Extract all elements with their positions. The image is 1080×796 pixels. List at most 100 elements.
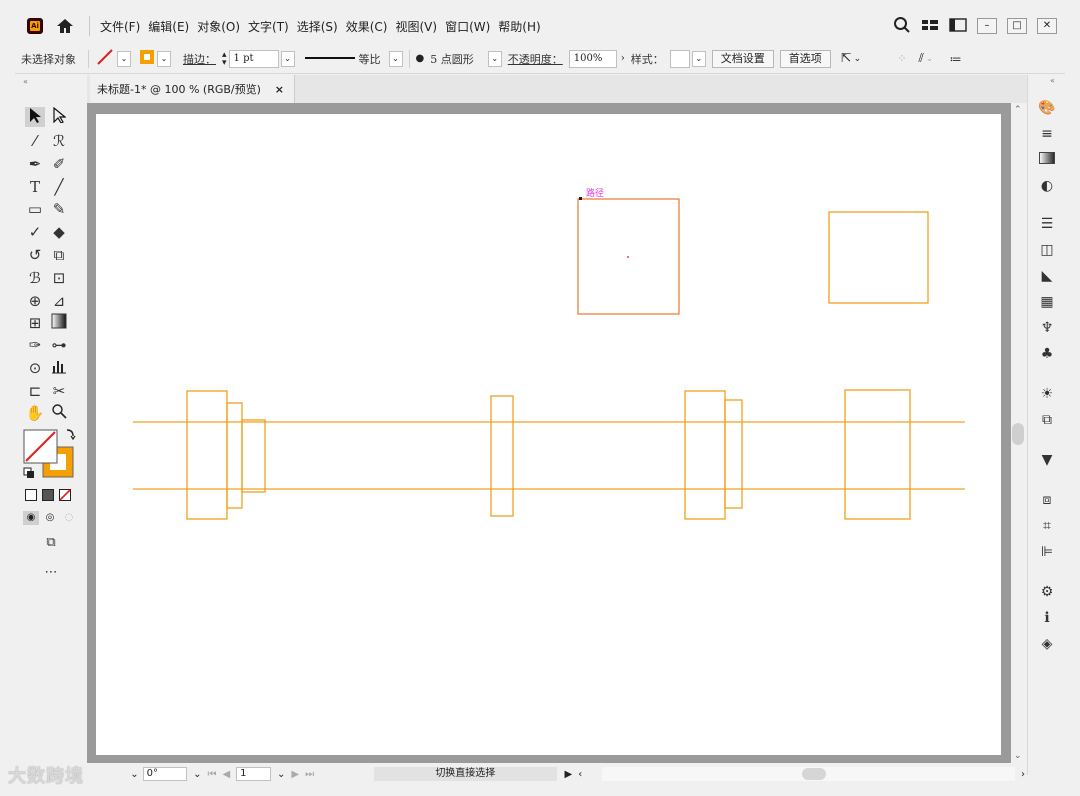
menu-help[interactable]: 帮助(H) (498, 18, 540, 35)
properties-panel-icon[interactable]: ☰ (1038, 215, 1056, 233)
libraries-panel-icon[interactable]: ◫ (1038, 241, 1056, 259)
menu-effect[interactable]: 效果(C) (346, 18, 388, 35)
stroke-weight-dropdown[interactable]: ⌄ (280, 50, 295, 67)
symbols-panel-icon[interactable]: ♣ (1038, 345, 1056, 363)
rectangle-tool-icon[interactable]: ▭ (25, 199, 45, 219)
artboard-number-field[interactable]: 1 (236, 767, 272, 781)
stroke-weight-field[interactable]: 1 pt (228, 49, 279, 68)
minimize-button[interactable]: – (977, 18, 997, 34)
draw-normal-icon[interactable]: ◉ (23, 511, 39, 525)
none-icon[interactable] (59, 489, 71, 504)
transparency-panel-icon[interactable]: ◐ (1038, 177, 1056, 195)
fill-stroke-widget[interactable] (23, 427, 77, 479)
slice-tool-icon[interactable]: ✂ (49, 381, 69, 401)
fill-dropdown[interactable]: ⌄ (117, 50, 131, 67)
horizontal-scrollbar[interactable] (602, 767, 1015, 781)
menu-window[interactable]: 窗口(W) (445, 18, 490, 35)
transform-panel-icon[interactable]: ⌗ (1038, 517, 1056, 535)
graphic-styles-panel-icon[interactable]: ☀ (1038, 385, 1056, 403)
status-menu-icon[interactable]: ▶ (565, 769, 573, 780)
document-setup-button[interactable]: 文档设置 (711, 49, 774, 68)
warp-tool-icon[interactable]: ℬ (25, 268, 45, 288)
collapse-icon[interactable]: « (1050, 76, 1055, 85)
opacity-label[interactable]: 不透明度： (508, 51, 563, 67)
brush-label[interactable]: 5 点圆形 (430, 51, 474, 67)
swatches-panel-icon[interactable]: ▦ (1038, 293, 1056, 311)
opacity-field[interactable]: 100% (568, 49, 617, 68)
symbol-sprayer-tool-icon[interactable]: ⊙ (25, 358, 45, 378)
vertical-scroll-thumb[interactable] (1012, 423, 1024, 445)
menu-edit[interactable]: 编辑(E) (148, 18, 189, 35)
maximize-button[interactable]: □ (1007, 18, 1027, 34)
layers-panel-icon[interactable]: ◈ (1038, 635, 1056, 653)
paintbrush-tool-icon[interactable]: ✎ (49, 199, 69, 219)
color-icon[interactable] (25, 489, 37, 504)
arrange-icon[interactable]: ⇱ (841, 51, 852, 66)
chevron-down-icon[interactable]: ⌄ (193, 769, 201, 780)
profile-label[interactable]: 等比 (359, 51, 381, 67)
rotate-tool-icon[interactable]: ↺ (25, 245, 45, 265)
direct-selection-tool-icon[interactable] (49, 106, 69, 127)
blend-tool-icon[interactable]: ⊶ (49, 335, 69, 355)
document-tab[interactable]: 未标题-1* @ 100 % (RGB/预览) × (90, 75, 295, 103)
appearance-panel-icon[interactable]: ◣ (1038, 267, 1056, 285)
type-tool-icon[interactable]: T (25, 177, 45, 197)
home-icon[interactable] (55, 16, 75, 36)
brushes-panel-icon[interactable]: ♆ (1038, 319, 1056, 337)
last-artboard-icon[interactable]: ⏭ (305, 769, 314, 780)
stroke-dropdown[interactable]: ⌄ (157, 50, 171, 67)
transform-icon[interactable]: ⁘ (897, 52, 906, 65)
zoom-tool-icon[interactable] (49, 403, 69, 423)
menu-view[interactable]: 视图(V) (395, 18, 437, 35)
fill-none-icon[interactable] (95, 48, 115, 69)
close-icon[interactable]: × (275, 83, 284, 96)
eyedropper-tool-icon[interactable]: ✑ (25, 335, 45, 355)
color-palette-icon[interactable]: 🎨 (1038, 99, 1056, 117)
eraser-tool-icon[interactable]: ◆ (49, 222, 69, 242)
stroke-panel-icon[interactable]: ≡ (1038, 125, 1056, 143)
scroll-up-icon[interactable]: ⌃ (1014, 105, 1022, 115)
profile-dropdown[interactable]: ⌄ (388, 50, 403, 67)
align-icon[interactable]: ⫽ (918, 51, 923, 66)
scroll-left-icon[interactable]: ‹ (578, 769, 582, 780)
asset-export-panel-icon[interactable]: ⚙ (1038, 583, 1056, 601)
first-artboard-icon[interactable]: ⏮ (207, 769, 216, 780)
panel-menu-icon[interactable]: ≔ (949, 52, 961, 66)
chevron-down-icon[interactable]: ⌄ (130, 769, 138, 780)
curvature-tool-icon[interactable]: ✐ (49, 154, 69, 174)
arrange-documents-icon[interactable] (921, 18, 939, 35)
image-trace-panel-icon[interactable]: ⧉ (1038, 411, 1056, 429)
shape-builder-tool-icon[interactable]: ⊕ (25, 291, 45, 311)
opacity-arrow-icon[interactable]: › (621, 53, 625, 64)
lasso-tool-icon[interactable]: ℛ (49, 131, 69, 151)
collapse-icon[interactable]: « (23, 77, 28, 86)
pen-tool-icon[interactable]: ✒ (25, 154, 45, 174)
magic-wand-tool-icon[interactable]: ⁄ (25, 131, 45, 151)
pathfinder-panel-icon[interactable]: ⧈ (1038, 491, 1056, 509)
column-graph-tool-icon[interactable] (49, 358, 69, 378)
stroke-swatch-icon[interactable] (139, 49, 155, 68)
chevron-down-icon[interactable]: ⌄ (926, 54, 934, 64)
preferences-button[interactable]: 首选项 (779, 49, 831, 68)
mesh-tool-icon[interactable]: ⊞ (25, 313, 45, 333)
menu-type[interactable]: 文字(T) (248, 18, 289, 35)
menu-object[interactable]: 对象(O) (197, 18, 240, 35)
scale-tool-icon[interactable]: ⧉ (49, 245, 69, 265)
vertical-scrollbar[interactable]: ⌃ ⌄ (1011, 103, 1026, 763)
more-tools-icon[interactable]: ⋯ (41, 563, 61, 583)
workspace-icon[interactable] (949, 17, 967, 35)
scroll-right-icon[interactable]: › (1021, 769, 1025, 780)
perspective-grid-tool-icon[interactable]: ⊿ (49, 291, 69, 311)
search-icon[interactable] (893, 16, 911, 37)
chevron-down-icon[interactable]: ⌄ (854, 54, 862, 64)
free-transform-tool-icon[interactable]: ⊡ (49, 268, 69, 288)
draw-behind-icon[interactable]: ◎ (42, 511, 58, 525)
shaper-tool-icon[interactable]: ✓ (25, 222, 45, 242)
stroke-label[interactable]: 描边： (183, 51, 216, 67)
next-artboard-icon[interactable]: ▶ (291, 769, 299, 780)
comments-panel-icon[interactable]: ▼ (1038, 451, 1056, 469)
rotation-field[interactable]: 0° (142, 767, 188, 781)
brush-dropdown[interactable]: ⌄ (487, 50, 502, 67)
screen-mode-icon[interactable]: ⧉ (41, 533, 61, 553)
close-button[interactable]: ✕ (1037, 18, 1057, 34)
